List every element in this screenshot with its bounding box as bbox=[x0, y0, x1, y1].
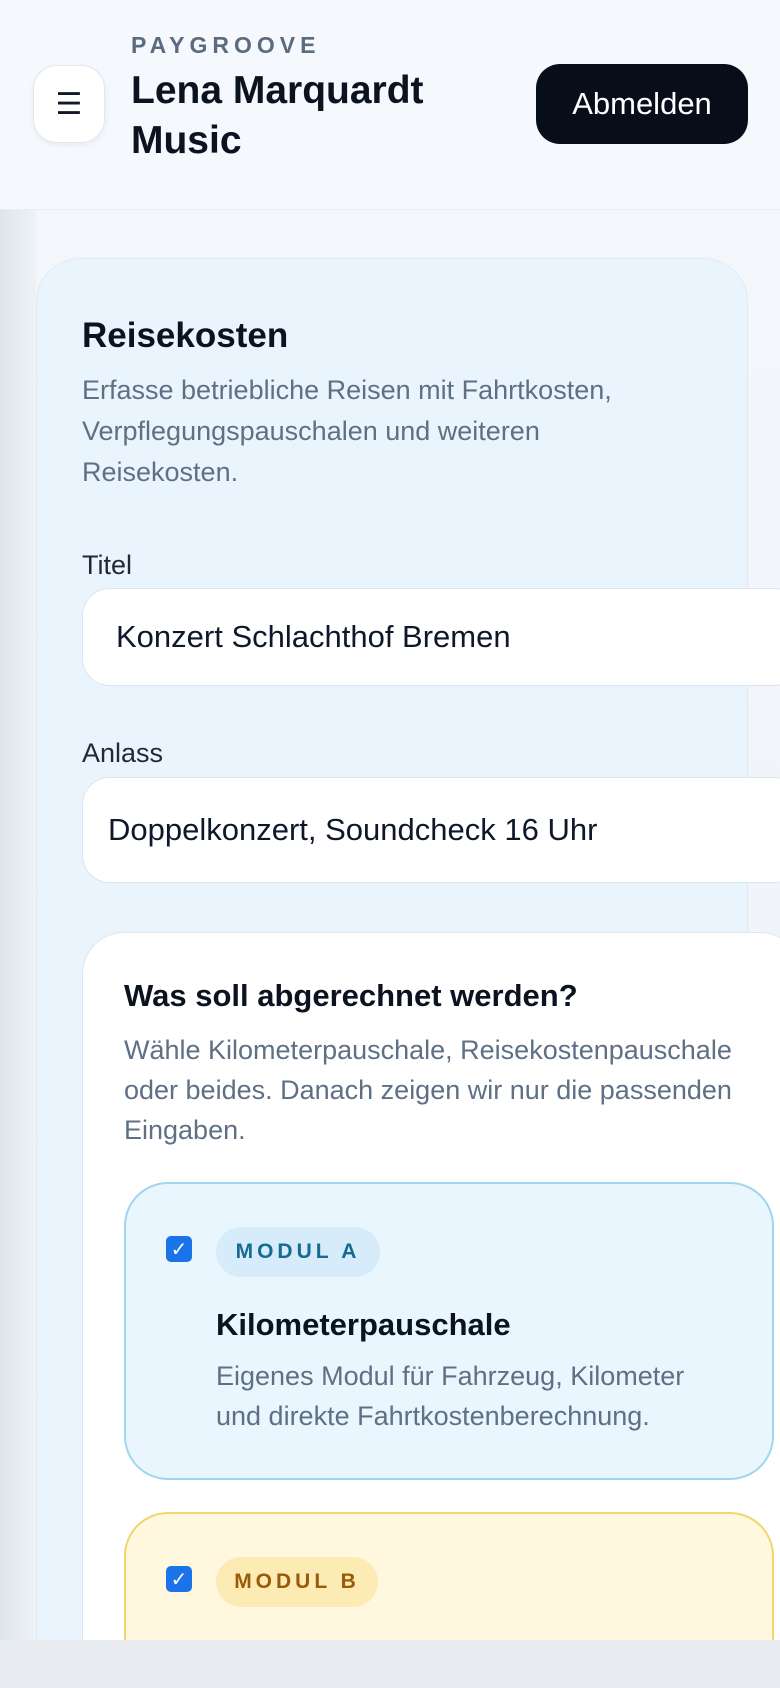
module-a-title: Kilometerpauschale bbox=[216, 1307, 511, 1342]
bottom-bar bbox=[0, 1640, 780, 1688]
menu-button[interactable]: ☰ bbox=[33, 65, 105, 143]
brand-kicker: PAYGROOVE bbox=[131, 32, 321, 58]
section-description: Wähle Kilometerpauschale, Reisekostenpau… bbox=[124, 1035, 732, 1145]
logout-button[interactable]: Abmelden bbox=[536, 64, 748, 144]
module-a-badge: MODUL A bbox=[216, 1227, 380, 1277]
module-a-checkbox[interactable]: ✓ bbox=[166, 1236, 192, 1262]
reason-input-value: Doppelkonzert, Soundcheck 16 Uhr bbox=[108, 812, 598, 847]
account-name: Lena Marquardt Music bbox=[131, 69, 424, 162]
module-b-badge: MODUL B bbox=[216, 1557, 378, 1607]
checkmark-icon: ✓ bbox=[170, 1568, 188, 1591]
reason-input[interactable]: Doppelkonzert, Soundcheck 16 Uhr bbox=[82, 777, 780, 883]
title-input-value: Konzert Schlachthof Bremen bbox=[116, 619, 511, 654]
checkmark-icon: ✓ bbox=[170, 1238, 188, 1261]
title-label: Titel bbox=[82, 550, 133, 580]
side-shade bbox=[0, 210, 36, 1640]
card-title: Reisekosten bbox=[82, 316, 289, 355]
card-description: Erfasse betriebliche Reisen mit Fahrtkos… bbox=[82, 375, 612, 487]
module-a-description: Eigenes Modul für Fahrzeug, Kilometer un… bbox=[216, 1361, 685, 1431]
module-b-checkbox[interactable]: ✓ bbox=[166, 1566, 192, 1592]
title-input[interactable]: Konzert Schlachthof Bremen bbox=[82, 588, 780, 686]
section-title: Was soll abgerechnet werden? bbox=[124, 978, 578, 1013]
page: ☰ PAYGROOVE Lena Marquardt Music Abmelde… bbox=[0, 0, 780, 1688]
reason-label: Anlass bbox=[82, 738, 164, 768]
app-header: ☰ PAYGROOVE Lena Marquardt Music Abmelde… bbox=[0, 0, 780, 210]
hamburger-icon: ☰ bbox=[55, 87, 83, 121]
